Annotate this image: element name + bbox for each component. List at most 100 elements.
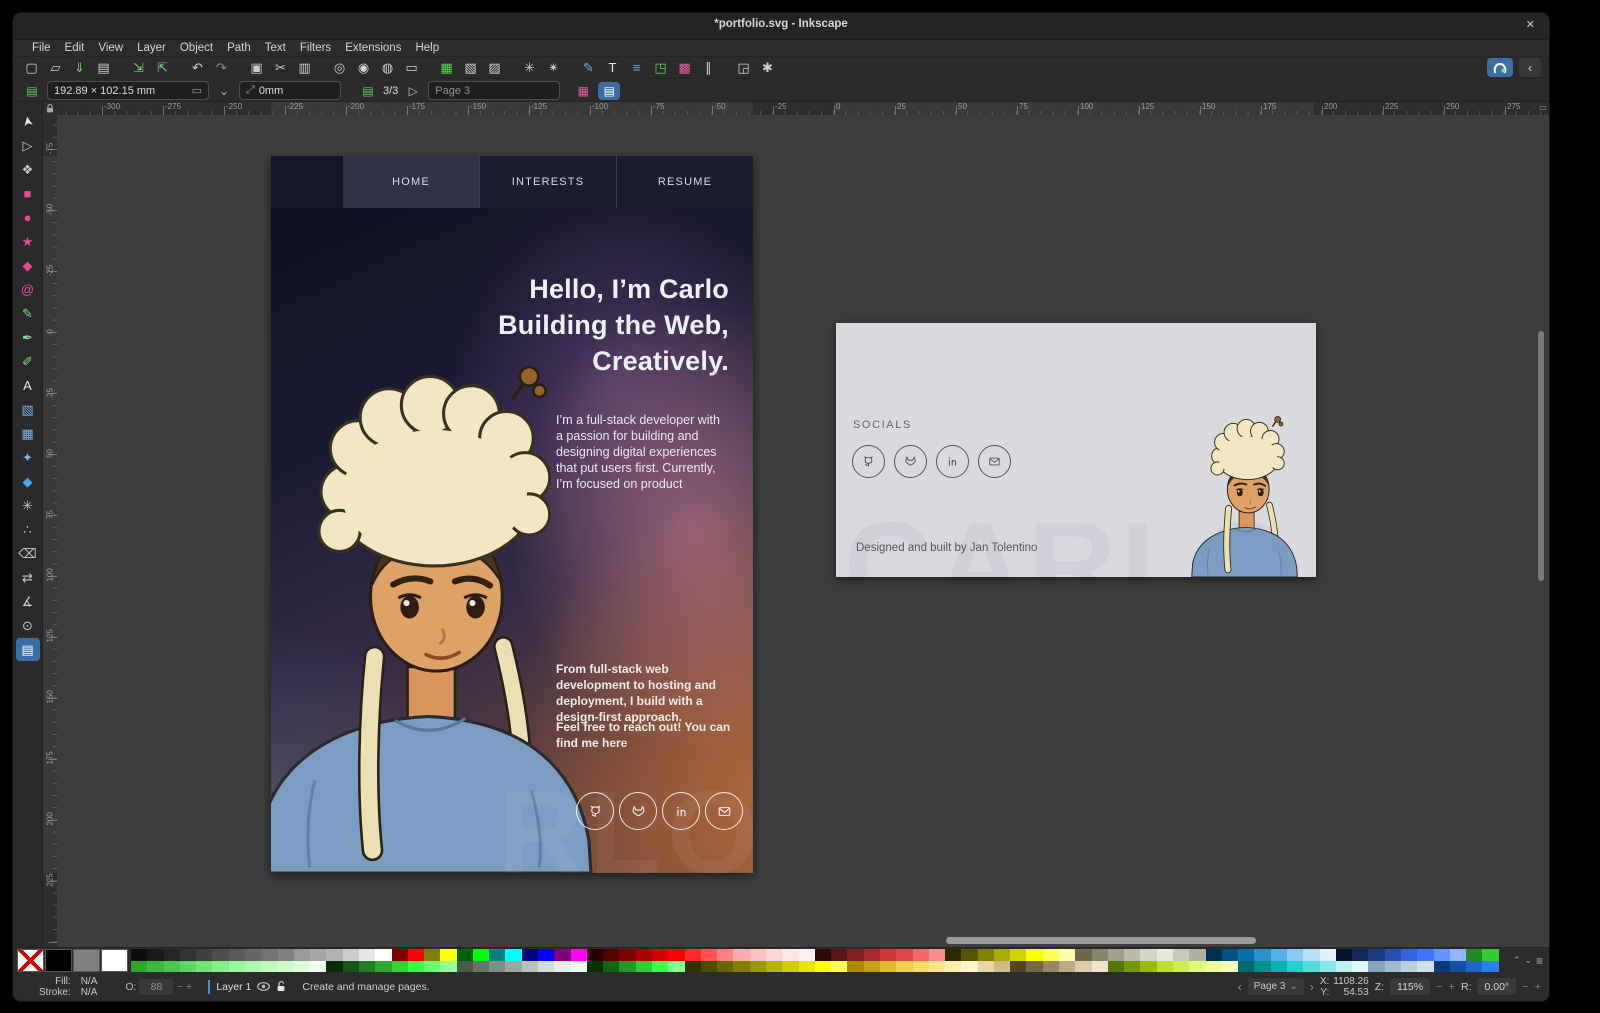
color-swatch[interactable]: [978, 949, 994, 961]
color-swatch[interactable]: [164, 961, 180, 973]
delete-page-button[interactable]: ▦: [574, 82, 592, 99]
color-swatch[interactable]: [636, 949, 652, 961]
color-swatch[interactable]: [1140, 949, 1156, 961]
next-page-button[interactable]: ›: [1310, 980, 1314, 994]
shape-builder-tool[interactable]: ❖: [16, 158, 40, 181]
color-swatch[interactable]: [505, 961, 521, 973]
page-margin-field[interactable]: ⤢ 0mm: [239, 81, 341, 100]
zoom-to-page-button[interactable]: ◍: [377, 59, 398, 77]
color-swatch[interactable]: [261, 949, 277, 961]
menu-view[interactable]: View: [91, 42, 130, 54]
display-units-icon[interactable]: ▭: [1538, 102, 1548, 114]
align-distribute-dialog-button[interactable]: ∥: [698, 59, 719, 77]
color-swatch[interactable]: [1092, 961, 1108, 973]
color-swatch[interactable]: [750, 961, 766, 973]
color-swatch[interactable]: [147, 961, 163, 973]
color-swatch[interactable]: [131, 961, 147, 973]
color-swatch[interactable]: [245, 949, 261, 961]
color-swatch[interactable]: [1336, 949, 1352, 961]
color-swatch[interactable]: [668, 949, 684, 961]
color-swatch[interactable]: [489, 949, 505, 961]
zoom-tool[interactable]: ⊙: [16, 614, 40, 637]
color-swatch[interactable]: [1157, 949, 1173, 961]
palette-menu-icon[interactable]: ≡: [1536, 954, 1543, 968]
color-swatch[interactable]: [1157, 961, 1173, 973]
swatches-dialog-button[interactable]: ▩: [674, 59, 695, 77]
horizontal-scrollbar[interactable]: [946, 937, 1256, 944]
color-swatch[interactable]: [473, 961, 489, 973]
color-swatch[interactable]: [1173, 949, 1189, 961]
swatch-gray50[interactable]: [73, 949, 100, 972]
collapse-panel-button[interactable]: ‹: [1519, 58, 1541, 77]
color-swatch[interactable]: [1466, 961, 1482, 973]
color-swatch[interactable]: [375, 961, 391, 973]
palette-scroll-up[interactable]: ⌃: [1513, 955, 1521, 966]
vertical-scrollbar[interactable]: [1538, 331, 1544, 581]
layer-visibility-icon[interactable]: [257, 982, 270, 991]
color-swatch[interactable]: [1238, 961, 1254, 973]
color-swatch[interactable]: [929, 949, 945, 961]
spiral-tool[interactable]: @: [16, 278, 40, 301]
color-swatch[interactable]: [1417, 961, 1433, 973]
page-socials-footer[interactable]: CARLO SOCIALS Designed and built by Jan …: [836, 323, 1316, 577]
redo-button[interactable]: ↷: [211, 59, 232, 77]
color-swatch[interactable]: [1124, 961, 1140, 973]
pencil-tool[interactable]: ✎: [16, 302, 40, 325]
pen-tool[interactable]: ✒: [16, 326, 40, 349]
color-swatch[interactable]: [1222, 961, 1238, 973]
color-swatch[interactable]: [359, 961, 375, 973]
color-swatch[interactable]: [1075, 949, 1091, 961]
color-swatch[interactable]: [196, 949, 212, 961]
color-swatch[interactable]: [229, 961, 245, 973]
color-swatch[interactable]: [392, 961, 408, 973]
color-swatch[interactable]: [685, 949, 701, 961]
color-swatch[interactable]: [326, 949, 342, 961]
duplicate-button[interactable]: ▦: [436, 59, 457, 77]
color-swatch[interactable]: [229, 949, 245, 961]
color-swatch[interactable]: [701, 961, 717, 973]
color-swatch[interactable]: [310, 961, 326, 973]
color-swatch[interactable]: [1482, 961, 1498, 973]
connector-tool[interactable]: ⇄: [16, 566, 40, 589]
paint-bucket-tool[interactable]: ◆: [16, 470, 40, 493]
color-swatch[interactable]: [571, 949, 587, 961]
color-swatch[interactable]: [929, 961, 945, 973]
color-swatch[interactable]: [831, 949, 847, 961]
color-swatch[interactable]: [896, 961, 912, 973]
open-document-button[interactable]: ▱: [45, 59, 66, 77]
color-swatch[interactable]: [522, 961, 538, 973]
color-swatch[interactable]: [961, 949, 977, 961]
color-swatch[interactable]: [538, 949, 554, 961]
color-swatch[interactable]: [1271, 949, 1287, 961]
layers-dialog-button[interactable]: ≡: [626, 59, 647, 77]
color-swatch[interactable]: [278, 949, 294, 961]
color-swatch[interactable]: [864, 949, 880, 961]
color-swatch[interactable]: [913, 949, 929, 961]
color-swatch[interactable]: [131, 949, 147, 961]
color-swatch[interactable]: [587, 961, 603, 973]
selector-tool[interactable]: ➤: [16, 110, 40, 133]
color-swatch[interactable]: [424, 949, 440, 961]
color-swatch[interactable]: [880, 961, 896, 973]
color-swatch[interactable]: [1434, 961, 1450, 973]
save-document-button[interactable]: ⇓: [69, 59, 90, 77]
fill-stroke-indicator[interactable]: Fill: N/A Stroke: N/A: [39, 976, 97, 998]
color-swatch[interactable]: [685, 961, 701, 973]
eraser-tool[interactable]: ⌫: [16, 542, 40, 565]
color-swatch[interactable]: [619, 949, 635, 961]
rectangle-tool[interactable]: ■: [16, 182, 40, 205]
color-swatch[interactable]: [1189, 949, 1205, 961]
rotation-decrease[interactable]: −: [1522, 981, 1528, 993]
color-swatch[interactable]: [538, 961, 554, 973]
color-swatch[interactable]: [1043, 949, 1059, 961]
color-swatch[interactable]: [619, 961, 635, 973]
menu-filters[interactable]: Filters: [293, 42, 338, 54]
color-swatch[interactable]: [961, 961, 977, 973]
swatch-white[interactable]: [101, 949, 128, 972]
unlink-clone-button[interactable]: ▨: [484, 59, 505, 77]
ungroup-objects-button[interactable]: ✴: [543, 59, 564, 77]
ellipse-tool[interactable]: ●: [16, 206, 40, 229]
export-image-button[interactable]: ⇱: [152, 59, 173, 77]
color-swatch[interactable]: [880, 949, 896, 961]
color-swatch[interactable]: [473, 949, 489, 961]
